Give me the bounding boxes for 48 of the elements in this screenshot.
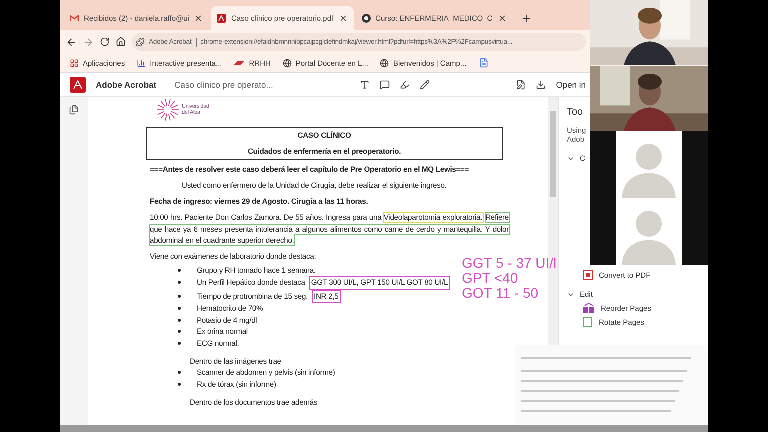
- panel-title: Too: [567, 107, 584, 118]
- puzzle-icon: [136, 38, 145, 46]
- bullet-icon: [178, 371, 181, 374]
- download-icon[interactable]: [536, 80, 546, 90]
- document-icon[interactable]: [478, 58, 489, 68]
- new-tab-icon[interactable]: [520, 13, 532, 24]
- bullet-icon: [178, 294, 181, 298]
- open-in-button[interactable]: Open in: [556, 80, 586, 90]
- mail-icon: [70, 14, 79, 22]
- avatar-icon: [616, 198, 682, 265]
- comment-icon[interactable]: [380, 80, 390, 90]
- globe-icon: [380, 58, 390, 68]
- bullet-icon: [178, 318, 181, 322]
- bullet-icon: [178, 330, 181, 334]
- pdf-icon: [217, 14, 226, 22]
- chart-icon: [137, 58, 146, 68]
- apps-icon: [70, 58, 79, 68]
- file-name: Caso clinico pre operato...: [174, 80, 274, 90]
- highlighter-icon[interactable]: [400, 80, 410, 90]
- course-logo-icon: [362, 14, 371, 22]
- close-icon[interactable]: [338, 14, 348, 22]
- pages-icon: [583, 303, 595, 313]
- edit-file-icon[interactable]: [516, 80, 526, 90]
- brand-logo-icon: [234, 60, 246, 66]
- text-icon[interactable]: [360, 80, 370, 90]
- app-name: Adobe Acrobat: [96, 80, 157, 90]
- acrobat-logo-icon: [70, 76, 86, 92]
- avatar-icon: [616, 131, 682, 198]
- handwritten-note: GPT <40: [462, 271, 520, 286]
- sunburst-logo-icon: [156, 98, 180, 122]
- page-icon: [583, 317, 593, 327]
- back-icon[interactable]: [66, 36, 77, 48]
- close-icon[interactable]: [498, 14, 507, 22]
- bullet-icon: [178, 382, 181, 386]
- forward-icon[interactable]: [83, 36, 94, 48]
- globe-icon: [282, 58, 292, 68]
- bullet-icon: [178, 268, 181, 272]
- reload-icon[interactable]: [100, 37, 110, 47]
- bullet-icon: [178, 342, 181, 345]
- handwritten-note: GOT 11 - 50: [462, 286, 540, 301]
- pdf-convert-icon: [583, 270, 593, 280]
- home-icon[interactable]: [116, 37, 126, 47]
- handwritten-note: GGT 5 - 37 UI/l: [462, 256, 557, 271]
- bullet-icon: [178, 307, 181, 310]
- close-icon[interactable]: [194, 14, 204, 22]
- pages-icon[interactable]: [69, 105, 79, 115]
- pencil-icon[interactable]: [420, 80, 430, 90]
- bullet-icon: [178, 281, 181, 284]
